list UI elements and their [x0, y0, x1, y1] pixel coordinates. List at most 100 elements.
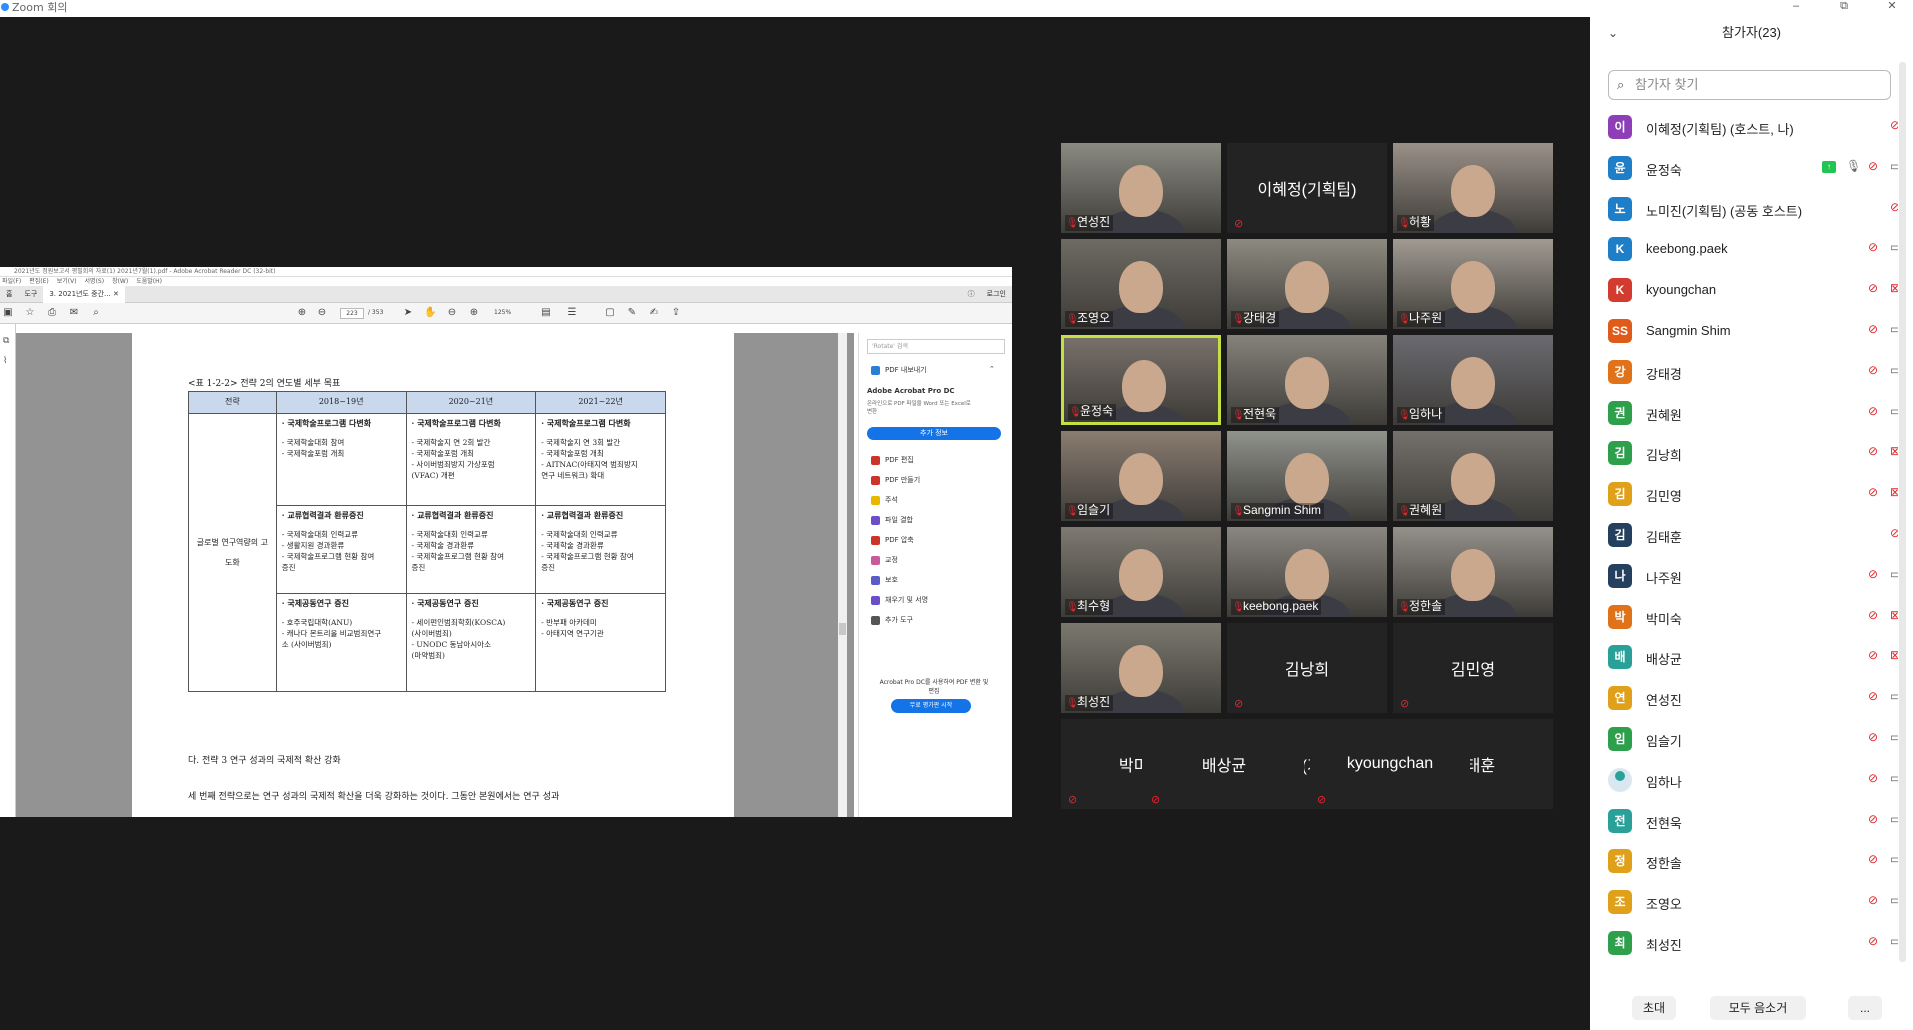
page-up-icon[interactable]: ⊕: [296, 307, 308, 319]
close-icon[interactable]: ✕: [1880, 0, 1904, 14]
participant-tile[interactable]: 김낭희 ⊘: [1227, 623, 1387, 713]
participant-tile[interactable]: 이혜정(기획팀) ⊘: [1227, 143, 1387, 233]
muted-mic-icon[interactable]: ⊘: [1868, 444, 1878, 458]
more-info-button[interactable]: 추가 정보: [867, 427, 1001, 440]
tool-item[interactable]: PDF 압축: [871, 535, 914, 545]
muted-mic-icon[interactable]: ⊘: [1868, 608, 1878, 622]
participant-row[interactable]: Kkeebong.paek ⊘ ▭: [1590, 229, 1898, 270]
tool-item[interactable]: 추가 도구: [871, 615, 913, 625]
tool-item[interactable]: 주석: [871, 495, 898, 505]
muted-mic-icon[interactable]: ⊘: [1868, 852, 1878, 866]
camera-off-icon[interactable]: ⊠: [1890, 444, 1898, 458]
muted-mic-icon[interactable]: ⊘: [1868, 689, 1878, 703]
document-viewport[interactable]: <표 1-2-2> 전략 2의 연도별 세부 목표 전략 2018~19년 20…: [16, 333, 854, 817]
participant-row[interactable]: 전 전현욱 ⊘ ▭: [1590, 801, 1898, 842]
acrobat-menu-item[interactable]: 도움말(H): [136, 278, 162, 285]
participant-row[interactable]: 윤 윤정숙 ↑ 🎙︎ ⊘ ▭: [1590, 148, 1898, 189]
participant-row[interactable]: 노 노미진(기획팀) (공동 호스트) ⊘: [1590, 189, 1898, 230]
participant-row[interactable]: 정 정한솔 ⊘ ▭: [1590, 841, 1898, 882]
tab-tools[interactable]: 도구: [18, 286, 43, 303]
muted-mic-icon[interactable]: ⊘: [1890, 526, 1898, 540]
tool-item[interactable]: 채우기 및 서명: [871, 595, 928, 605]
camera-icon[interactable]: ▭: [1890, 404, 1898, 418]
participant-search-input[interactable]: ⌕ 참가자 찾기: [1608, 70, 1891, 100]
tool-item[interactable]: PDF 편집: [871, 455, 914, 465]
camera-icon[interactable]: ▭: [1890, 159, 1898, 173]
participant-tile[interactable]: 🎙︎권혜원: [1393, 431, 1553, 521]
participant-row[interactable]: 강 강태경 ⊘ ▭: [1590, 352, 1898, 393]
highlight-icon[interactable]: ✎: [626, 307, 638, 319]
muted-mic-icon[interactable]: ⊘: [1868, 648, 1878, 662]
acrobat-menu-item[interactable]: 창(W): [112, 278, 128, 285]
print-icon[interactable]: ⎙: [46, 307, 58, 319]
participant-tile[interactable]: 김민영 ⊘: [1393, 623, 1553, 713]
camera-icon[interactable]: ▭: [1890, 771, 1898, 785]
participant-tile[interactable]: 🎙︎윤정숙: [1061, 335, 1221, 425]
free-trial-button[interactable]: 무료 평가판 시작: [891, 699, 971, 713]
participant-row[interactable]: Kkyoungchan ⊘ ⊠: [1590, 270, 1898, 311]
tool-item[interactable]: 파일 결합: [871, 515, 913, 525]
tool-item[interactable]: 보호: [871, 575, 898, 585]
muted-mic-icon[interactable]: ⊘: [1868, 567, 1878, 581]
participant-row[interactable]: 임하나 ⊘ ▭: [1590, 760, 1898, 801]
muted-mic-icon[interactable]: ⊘: [1868, 363, 1878, 377]
participant-tile[interactable]: 🎙︎허황: [1393, 143, 1553, 233]
participant-row[interactable]: 이 이혜정(기획팀) (호스트, 나) ⊘: [1590, 107, 1898, 148]
camera-off-icon[interactable]: ⊠: [1890, 648, 1898, 662]
participant-row[interactable]: 권 권혜원 ⊘ ▭: [1590, 393, 1898, 434]
muted-mic-icon[interactable]: ⊘: [1890, 200, 1898, 214]
select-pointer-icon[interactable]: ➤: [402, 307, 414, 319]
muted-mic-icon[interactable]: ⊘: [1868, 934, 1878, 948]
sign-icon[interactable]: ✍: [648, 307, 660, 319]
document-scrollbar[interactable]: [838, 333, 847, 817]
camera-off-icon[interactable]: ⊠: [1890, 281, 1898, 295]
tool-item[interactable]: PDF 만들기: [871, 475, 920, 485]
invite-button[interactable]: 초대: [1632, 996, 1676, 1020]
participant-tile[interactable]: 🎙︎최수형: [1061, 527, 1221, 617]
participant-tile[interactable]: 🎙︎임슬기: [1061, 431, 1221, 521]
muted-mic-icon[interactable]: ⊘: [1868, 485, 1878, 499]
camera-icon[interactable]: ▭: [1890, 730, 1898, 744]
login-link[interactable]: 로그인: [981, 286, 1012, 303]
camera-icon[interactable]: ▭: [1890, 240, 1898, 254]
muted-mic-icon[interactable]: ⊘: [1868, 730, 1878, 744]
participant-tile[interactable]: kyoungchan ⊘: [1310, 719, 1470, 809]
camera-icon[interactable]: ▭: [1890, 934, 1898, 948]
scrollbar-thumb[interactable]: [839, 623, 846, 635]
more-options-button[interactable]: ...: [1848, 996, 1882, 1020]
export-pdf-item[interactable]: PDF 내보내기 ⌃: [871, 365, 995, 375]
save-icon[interactable]: ▣: [2, 307, 14, 319]
camera-icon[interactable]: ▭: [1890, 322, 1898, 336]
participant-row[interactable]: 나 나주원 ⊘ ▭: [1590, 556, 1898, 597]
tool-item[interactable]: 교정: [871, 555, 898, 565]
muted-mic-icon[interactable]: ⊘: [1868, 159, 1878, 173]
participant-tile[interactable]: 🎙︎keebong.paek: [1227, 527, 1387, 617]
participant-row[interactable]: 최 최성진 ⊘ ▭: [1590, 923, 1898, 964]
camera-icon[interactable]: ▭: [1890, 812, 1898, 826]
restore-icon[interactable]: ⧉: [1832, 0, 1856, 14]
participant-tile[interactable]: 🎙︎연성진: [1061, 143, 1221, 233]
participant-tile[interactable]: 🎙︎최성진: [1061, 623, 1221, 713]
camera-off-icon[interactable]: ⊠: [1890, 608, 1898, 622]
participant-row[interactable]: 배 배상균 ⊘ ⊠: [1590, 637, 1898, 678]
tools-search-input[interactable]: 'Rotate' 검색: [867, 339, 1005, 354]
participant-row[interactable]: 조 조영오 ⊘ ▭: [1590, 882, 1898, 923]
camera-off-icon[interactable]: ⊠: [1890, 485, 1898, 499]
bookmark-star-icon[interactable]: ☆: [24, 307, 36, 319]
camera-icon[interactable]: ▭: [1890, 363, 1898, 377]
acrobat-menu-item[interactable]: 서명(S): [85, 278, 105, 285]
participant-row[interactable]: SS Sangmin Shim ⊘ ▭: [1590, 311, 1898, 352]
participant-tile[interactable]: 🎙︎임하나: [1393, 335, 1553, 425]
participant-tile[interactable]: 🎙︎전현욱: [1227, 335, 1387, 425]
participant-row[interactable]: 김 김태훈 ⊘: [1590, 515, 1898, 556]
pages-icon[interactable]: ⧉: [3, 336, 9, 346]
camera-icon[interactable]: ▭: [1890, 893, 1898, 907]
hand-tool-icon[interactable]: ✋: [424, 307, 436, 319]
participant-row[interactable]: 김 김낭희 ⊘ ⊠: [1590, 433, 1898, 474]
fit-page-icon[interactable]: ▤: [540, 307, 552, 319]
muted-mic-icon[interactable]: ⊘: [1890, 118, 1898, 132]
tab-home[interactable]: 홈: [0, 286, 18, 303]
scroll-mode-icon[interactable]: ☰: [566, 307, 578, 319]
search-icon[interactable]: ⌕: [90, 307, 102, 319]
participant-tile[interactable]: 배상균 ⊘: [1144, 719, 1304, 809]
